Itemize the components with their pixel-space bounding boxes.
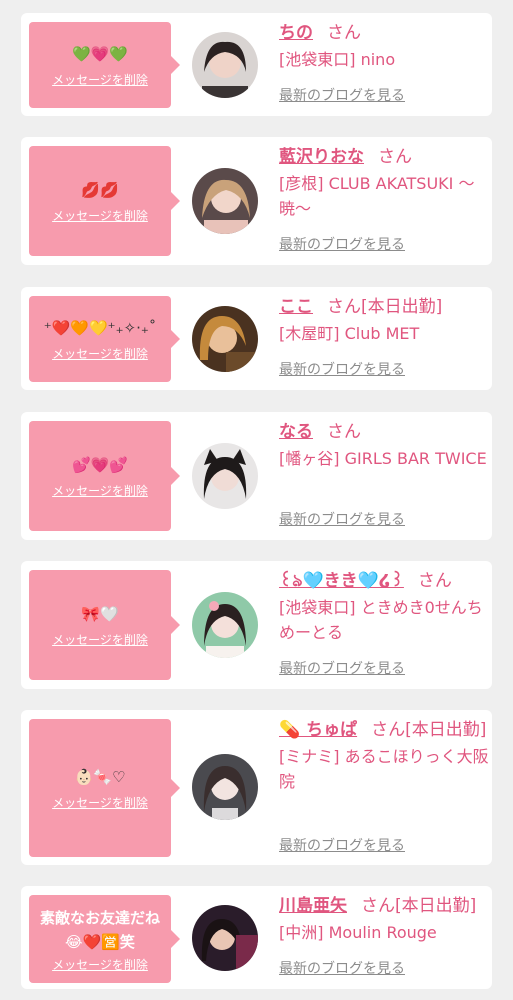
name-line: 川島亜矢 さん[本日出勤] bbox=[279, 894, 489, 919]
work-status: [本日出勤] bbox=[361, 297, 443, 317]
message-text: 💋💋 bbox=[81, 180, 119, 199]
avatar-photo-icon bbox=[192, 168, 258, 234]
message-bubble: 💋💋 メッセージを削除 bbox=[29, 146, 180, 256]
latest-blog-link[interactable]: 最新のブログを見る bbox=[279, 960, 405, 978]
message-text: 👶🏻🍬♡ bbox=[74, 767, 126, 786]
message-text: 💕💗💕 bbox=[71, 455, 129, 474]
delete-message-link[interactable]: メッセージを削除 bbox=[52, 346, 148, 362]
name-line: ꒰ঌ🩵きき🩵໒꒱ さん bbox=[279, 569, 489, 594]
cast-info: 川島亜矢 さん[本日出勤] [中洲] Moulin Rouge bbox=[279, 894, 489, 945]
cast-info: 💊 ちゅぱ さん[本日出勤] [ミナミ] あるこほりっく大阪院 bbox=[279, 718, 489, 794]
cast-info: 藍沢りおな さん [彦根] CLUB AKATSUKI 〜暁〜 bbox=[279, 145, 489, 221]
avatar[interactable] bbox=[192, 905, 258, 971]
avatar-photo-icon bbox=[192, 32, 258, 98]
shop-line: [ミナミ] あるこほりっく大阪院 bbox=[279, 744, 489, 794]
message-text: 素敵なお友達だね😂❤️🈺笑 bbox=[39, 908, 160, 951]
avatar[interactable] bbox=[192, 754, 258, 820]
cast-name-link[interactable]: 💊 ちゅぱ bbox=[279, 720, 357, 740]
shop-name: nino bbox=[360, 50, 396, 69]
cast-name-link[interactable]: なる bbox=[279, 422, 313, 442]
cast-info: ꒰ঌ🩵きき🩵໒꒱ さん [池袋東口] ときめき0せんちめーとる bbox=[279, 569, 489, 645]
avatar[interactable] bbox=[192, 32, 258, 98]
shop-name: Club MET bbox=[344, 324, 420, 343]
honorific: さん bbox=[327, 422, 361, 442]
honorific: さん bbox=[417, 571, 452, 591]
message-card: 💚💗💚 メッセージを削除 ちの さん [池袋東口] nino 最新のブログを見る bbox=[21, 13, 492, 116]
cast-name-link[interactable]: 藍沢りおな bbox=[279, 147, 364, 167]
delete-message-link[interactable]: メッセージを削除 bbox=[52, 208, 148, 224]
avatar[interactable] bbox=[192, 306, 258, 372]
latest-blog-link[interactable]: 最新のブログを見る bbox=[279, 511, 405, 529]
honorific: さん bbox=[327, 23, 361, 43]
name-line: なる さん bbox=[279, 420, 489, 445]
area-label: [木屋町] bbox=[279, 324, 340, 343]
delete-message-link[interactable]: メッセージを削除 bbox=[52, 632, 148, 648]
avatar[interactable] bbox=[192, 592, 258, 658]
latest-blog-link[interactable]: 最新のブログを見る bbox=[279, 361, 405, 379]
shop-line: [池袋東口] nino bbox=[279, 47, 489, 72]
area-label: [池袋東口] bbox=[279, 50, 356, 69]
message-text: ⁺❤️🧡💛⁺₊✧‧₊˚ bbox=[43, 318, 157, 337]
message-card: 素敵なお友達だね😂❤️🈺笑 メッセージを削除 川島亜矢 さん[本日出勤] [中洲]… bbox=[21, 886, 492, 989]
message-bubble: 💕💗💕 メッセージを削除 bbox=[29, 421, 180, 531]
honorific: さん bbox=[327, 297, 361, 317]
delete-message-link[interactable]: メッセージを削除 bbox=[52, 957, 148, 973]
cast-name-link[interactable]: ここ bbox=[279, 297, 313, 317]
message-text: 🎀🤍 bbox=[81, 604, 119, 623]
name-line: ちの さん bbox=[279, 21, 489, 46]
shop-line: [池袋東口] ときめき0せんちめーとる bbox=[279, 595, 489, 645]
message-bubble: 🎀🤍 メッセージを削除 bbox=[29, 570, 180, 680]
shop-line: [中洲] Moulin Rouge bbox=[279, 920, 489, 945]
delete-message-link[interactable]: メッセージを削除 bbox=[52, 795, 148, 811]
message-card: ⁺❤️🧡💛⁺₊✧‧₊˚ メッセージを削除 ここ さん[本日出勤] [木屋町] Cl… bbox=[21, 287, 492, 390]
avatar-photo-icon bbox=[192, 306, 258, 372]
message-card: 💋💋 メッセージを削除 藍沢りおな さん [彦根] CLUB AKATSUKI 〜… bbox=[21, 137, 492, 265]
avatar[interactable] bbox=[192, 443, 258, 509]
shop-line: [彦根] CLUB AKATSUKI 〜暁〜 bbox=[279, 171, 489, 221]
message-bubble: 素敵なお友達だね😂❤️🈺笑 メッセージを削除 bbox=[29, 895, 180, 983]
area-label: [中洲] bbox=[279, 923, 324, 942]
avatar-photo-icon bbox=[192, 592, 258, 658]
cast-info: なる さん [幡ヶ谷] GIRLS BAR TWICE bbox=[279, 420, 489, 471]
shop-name: Moulin Rouge bbox=[328, 923, 437, 942]
honorific: さん bbox=[378, 147, 412, 167]
message-text: 💚💗💚 bbox=[71, 44, 129, 63]
shop-line: [幡ヶ谷] GIRLS BAR TWICE bbox=[279, 446, 489, 471]
message-card: 💕💗💕 メッセージを削除 なる さん [幡ヶ谷] GIRLS BAR TWICE … bbox=[21, 412, 492, 540]
cast-name-link[interactable]: ちの bbox=[279, 23, 313, 43]
name-line: ここ さん[本日出勤] bbox=[279, 295, 489, 320]
message-bubble: 💚💗💚 メッセージを削除 bbox=[29, 22, 180, 108]
avatar-photo-icon bbox=[192, 754, 258, 820]
avatar-photo-icon bbox=[192, 905, 258, 971]
cast-info: ここ さん[本日出勤] [木屋町] Club MET bbox=[279, 295, 489, 346]
latest-blog-link[interactable]: 最新のブログを見る bbox=[279, 660, 405, 678]
delete-message-link[interactable]: メッセージを削除 bbox=[52, 72, 148, 88]
cast-name-link[interactable]: 川島亜矢 bbox=[279, 896, 347, 916]
cast-info: ちの さん [池袋東口] nino bbox=[279, 21, 489, 72]
honorific: さん bbox=[371, 720, 406, 740]
work-status: [本日出勤] bbox=[405, 720, 487, 740]
avatar[interactable] bbox=[192, 168, 258, 234]
message-card: 🎀🤍 メッセージを削除 ꒰ঌ🩵きき🩵໒꒱ さん [池袋東口] ときめき0せんちめー… bbox=[21, 561, 492, 689]
message-bubble: 👶🏻🍬♡ メッセージを削除 bbox=[29, 719, 180, 857]
cast-name-link[interactable]: ꒰ঌ🩵きき🩵໒꒱ bbox=[279, 571, 404, 591]
latest-blog-link[interactable]: 最新のブログを見る bbox=[279, 87, 405, 105]
message-card: 👶🏻🍬♡ メッセージを削除 💊 ちゅぱ さん[本日出勤] [ミナミ] あるこほりっ… bbox=[21, 710, 492, 865]
area-label: [池袋東口] bbox=[279, 598, 356, 617]
message-list: 💚💗💚 メッセージを削除 ちの さん [池袋東口] nino 最新のブログを見る … bbox=[0, 0, 513, 1000]
honorific: さん bbox=[361, 896, 395, 916]
area-label: [ミナミ] bbox=[279, 747, 340, 766]
delete-message-link[interactable]: メッセージを削除 bbox=[52, 483, 148, 499]
name-line: 藍沢りおな さん bbox=[279, 145, 489, 170]
work-status: [本日出勤] bbox=[395, 896, 477, 916]
area-label: [彦根] bbox=[279, 174, 324, 193]
latest-blog-link[interactable]: 最新のブログを見る bbox=[279, 837, 405, 855]
avatar-photo-icon bbox=[192, 443, 258, 509]
shop-line: [木屋町] Club MET bbox=[279, 321, 489, 346]
latest-blog-link[interactable]: 最新のブログを見る bbox=[279, 236, 405, 254]
name-line: 💊 ちゅぱ さん[本日出勤] bbox=[279, 718, 489, 743]
area-label: [幡ヶ谷] bbox=[279, 449, 340, 468]
shop-name: GIRLS BAR TWICE bbox=[344, 449, 487, 468]
message-bubble: ⁺❤️🧡💛⁺₊✧‧₊˚ メッセージを削除 bbox=[29, 296, 180, 382]
